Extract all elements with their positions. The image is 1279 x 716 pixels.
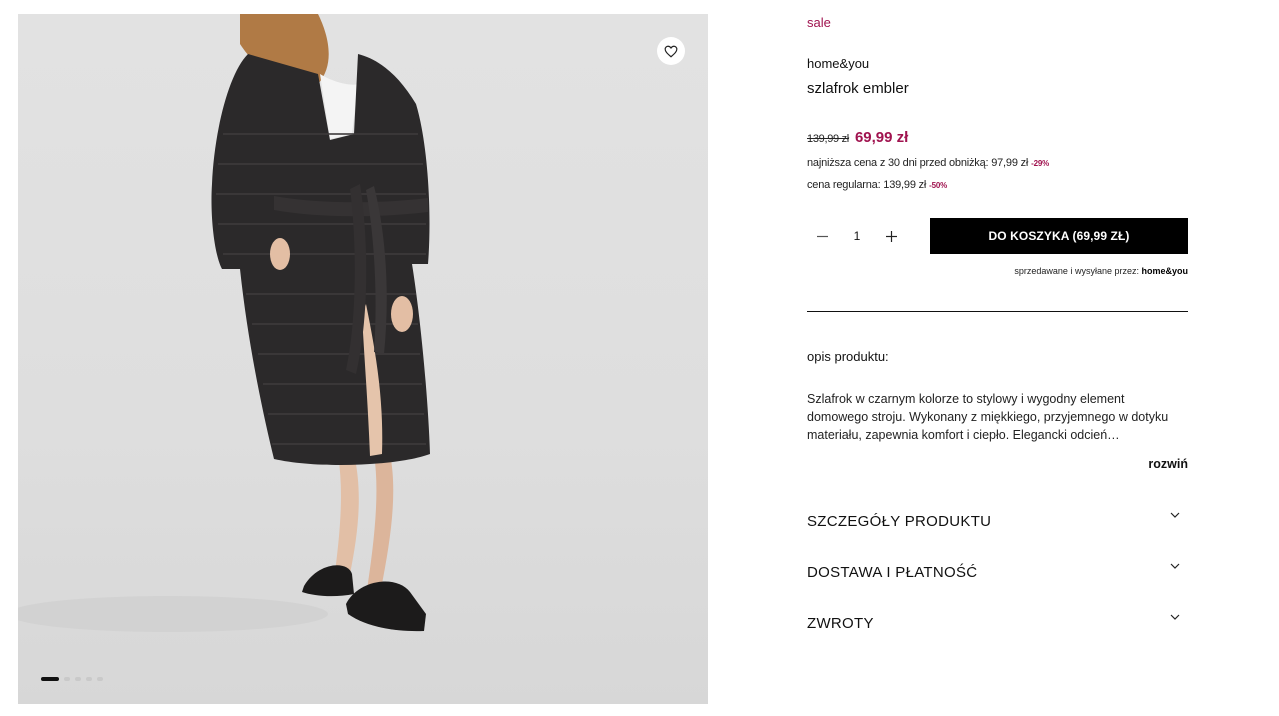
wishlist-button[interactable] [657, 37, 685, 65]
accordion-returns[interactable]: ZWROTY [807, 609, 1188, 639]
description-label: opis produktu: [807, 349, 889, 364]
quantity-stepper [807, 218, 907, 254]
plus-icon [886, 230, 897, 242]
description-text: Szlafrok w czarnym kolorze to stylowy i … [807, 392, 1169, 442]
regular-price-info: cena regularna: 139,99 zł -50% [807, 179, 947, 191]
decrease-quantity-button[interactable] [807, 218, 838, 254]
expand-description-link[interactable]: rozwiń [1148, 457, 1188, 471]
add-to-cart-button[interactable]: DO KOSZYKA (69,99 ZŁ) [930, 218, 1188, 254]
gallery-dot-4[interactable] [86, 677, 92, 681]
brand-name[interactable]: home&you [807, 56, 869, 71]
regular-price-discount: -50% [929, 181, 948, 190]
lowest-price-discount: -29% [1031, 159, 1050, 168]
chevron-down-icon [1170, 614, 1180, 620]
product-name: szlafrok embler [807, 80, 909, 97]
product-image-gallery[interactable] [18, 14, 708, 704]
minus-icon [817, 235, 828, 237]
heart-icon [664, 45, 678, 58]
gallery-pagination [41, 677, 103, 681]
section-divider [807, 311, 1188, 312]
price-block: 139,99 zł 69,99 zł [807, 129, 908, 146]
seller-label: sprzedawane i wysyłane przez: [1014, 266, 1139, 276]
gallery-dot-2[interactable] [64, 677, 70, 681]
sale-badge: sale [807, 15, 831, 30]
lowest-price-info: najniższa cena z 30 dni przed obniżką: 9… [807, 157, 1049, 169]
accordion-title: DOSTAWA I PŁATNOŚĆ [807, 564, 978, 581]
quantity-input[interactable] [838, 228, 876, 244]
old-price: 139,99 zł [807, 133, 849, 145]
accordion-delivery-payment[interactable]: DOSTAWA I PŁATNOŚĆ [807, 558, 1188, 588]
seller-name[interactable]: home&you [1141, 266, 1188, 276]
regular-price-text: cena regularna: 139,99 zł [807, 179, 927, 191]
increase-quantity-button[interactable] [876, 218, 907, 254]
chevron-down-icon [1170, 563, 1180, 569]
seller-info: sprzedawane i wysyłane przez: home&you [1014, 266, 1188, 276]
accordion-product-details[interactable]: SZCZEGÓŁY PRODUKTU [807, 507, 1188, 537]
product-photo [18, 14, 430, 632]
chevron-down-icon [1170, 512, 1180, 518]
accordion-title: SZCZEGÓŁY PRODUKTU [807, 513, 992, 530]
accordion-title: ZWROTY [807, 615, 874, 632]
gallery-dot-3[interactable] [75, 677, 81, 681]
lowest-price-text: najniższa cena z 30 dni przed obniżką: 9… [807, 157, 1029, 169]
gallery-dot-5[interactable] [97, 677, 103, 681]
current-price: 69,99 zł [854, 129, 909, 146]
gallery-dot-1[interactable] [41, 677, 59, 681]
